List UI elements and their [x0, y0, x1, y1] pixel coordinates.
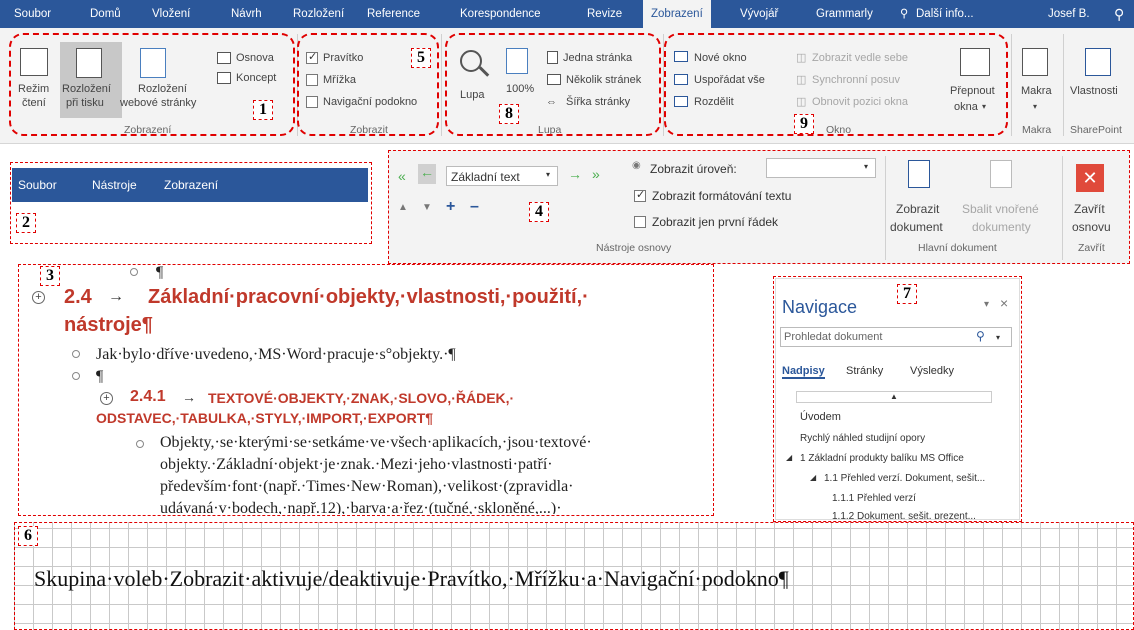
- sharepoint-group-label: SharePoint: [1070, 124, 1122, 136]
- tab-file[interactable]: Soubor: [14, 0, 51, 28]
- tab-references[interactable]: Reference: [367, 0, 420, 28]
- annotation-marker-8: 8: [499, 104, 519, 124]
- annotation-frame: [445, 33, 661, 136]
- annotation-frame: [388, 150, 1130, 264]
- annotation-marker-7: 7: [897, 284, 917, 304]
- properties-icon[interactable]: [1085, 48, 1111, 76]
- tab-tell-me[interactable]: Další info...: [916, 0, 974, 28]
- tab-grammarly[interactable]: Grammarly: [816, 0, 873, 28]
- annotation-marker-4: 4: [529, 202, 549, 222]
- tab-view[interactable]: Zobrazení: [643, 0, 711, 28]
- annotation-frame: [14, 522, 1134, 630]
- tab-layout[interactable]: Rozložení: [293, 0, 344, 28]
- annotation-marker-1: 1: [253, 100, 273, 120]
- annotation-frame: [773, 276, 1022, 522]
- annotation-marker-6: 6: [18, 526, 38, 546]
- chevron-down-icon[interactable]: ▾: [1033, 100, 1037, 114]
- tab-insert[interactable]: Vložení: [152, 0, 190, 28]
- annotation-marker-9: 9: [794, 114, 814, 134]
- macros-group-label: Makra: [1022, 124, 1052, 136]
- share-icon[interactable]: ⚲: [1114, 0, 1124, 28]
- separator: [1063, 34, 1064, 136]
- separator: [441, 34, 442, 136]
- tab-review[interactable]: Revize: [587, 0, 622, 28]
- tab-mailings[interactable]: Korespondence: [460, 0, 541, 28]
- ribbon-tab-bar: Soubor Domů Vložení Návrh Rozložení Refe…: [0, 0, 1134, 28]
- properties-button[interactable]: Vlastnosti: [1070, 84, 1118, 98]
- macros-button[interactable]: Makra: [1021, 84, 1052, 98]
- tab-home[interactable]: Domů: [90, 0, 121, 28]
- annotation-marker-3: 3: [40, 266, 60, 286]
- macros-icon[interactable]: [1022, 48, 1048, 76]
- annotation-marker-5: 5: [411, 48, 431, 68]
- tab-design[interactable]: Návrh: [231, 0, 262, 28]
- annotation-marker-2: 2: [16, 213, 36, 233]
- user-name[interactable]: Josef B.: [1048, 0, 1090, 28]
- annotation-frame: [18, 264, 714, 516]
- tab-developer[interactable]: Vývojář: [740, 0, 778, 28]
- separator: [1011, 34, 1012, 136]
- annotation-frame: [9, 33, 295, 136]
- annotation-frame: [664, 33, 1008, 136]
- tell-me-icon[interactable]: ⚲: [900, 0, 908, 28]
- annotation-frame: [10, 162, 372, 244]
